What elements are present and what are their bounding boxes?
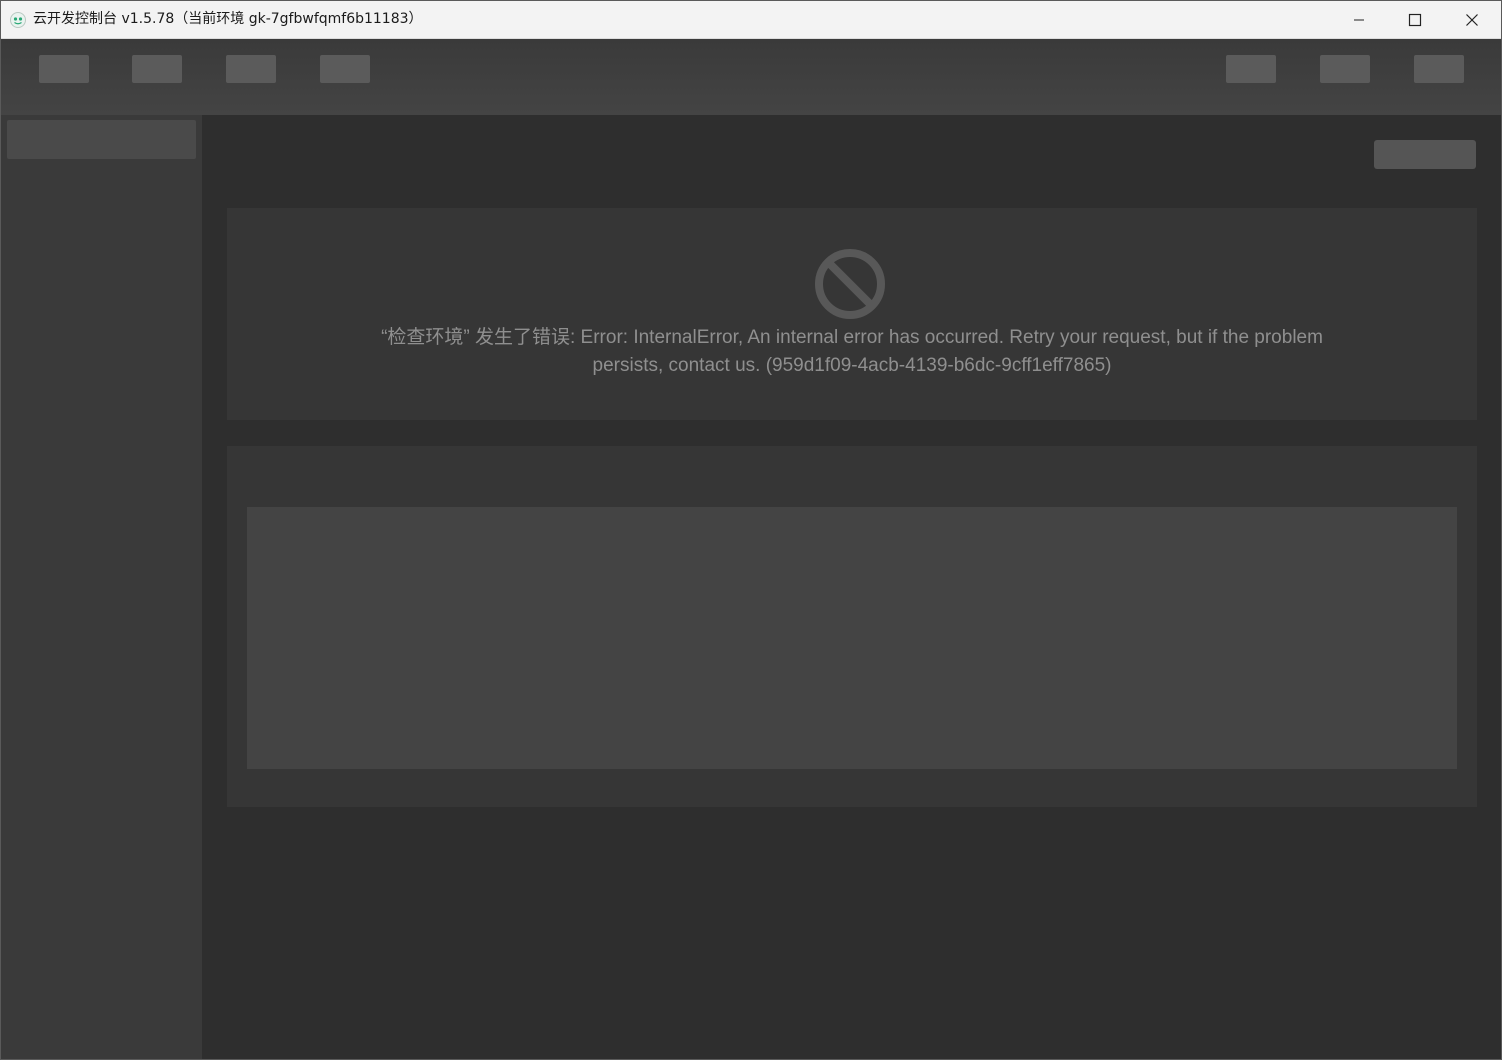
maximize-icon — [1408, 13, 1422, 27]
nav-placeholder-1[interactable] — [39, 55, 89, 83]
header-action-placeholder-3[interactable] — [1414, 55, 1464, 83]
main-content: “检查环境” 发生了错误: Error: InternalError, An i… — [202, 115, 1501, 1059]
nav-placeholder-3[interactable] — [226, 55, 276, 83]
minimize-icon — [1353, 14, 1365, 26]
sidebar — [1, 115, 202, 1059]
app-window: 云开发控制台 v1.5.78（当前环境 gk-7gfbwfqmf6b11183） — [0, 0, 1502, 1060]
cloudbase-app-icon — [10, 12, 26, 28]
close-button[interactable] — [1444, 1, 1500, 38]
close-icon — [1465, 13, 1479, 27]
error-message: “检查环境” 发生了错误: Error: InternalError, An i… — [381, 327, 1323, 376]
maximize-button[interactable] — [1387, 1, 1443, 38]
error-panel: “检查环境” 发生了错误: Error: InternalError, An i… — [227, 208, 1477, 420]
nav-placeholder-2[interactable] — [132, 55, 182, 83]
content-placeholder — [247, 507, 1457, 769]
minimize-button[interactable] — [1331, 1, 1387, 38]
nav-placeholder-4[interactable] — [320, 55, 370, 83]
sidebar-item-placeholder[interactable] — [7, 120, 196, 159]
header-action-placeholder-1[interactable] — [1226, 55, 1276, 83]
main-action-placeholder[interactable] — [1374, 140, 1476, 169]
title-bar[interactable]: 云开发控制台 v1.5.78（当前环境 gk-7gfbwfqmf6b11183） — [1, 1, 1501, 39]
content-panel — [227, 446, 1477, 807]
header-action-placeholder-2[interactable] — [1320, 55, 1370, 83]
ban-icon — [814, 248, 886, 320]
window-title: 云开发控制台 v1.5.78（当前环境 gk-7gfbwfqmf6b11183） — [33, 11, 423, 27]
header-toolbar — [1, 39, 1501, 115]
